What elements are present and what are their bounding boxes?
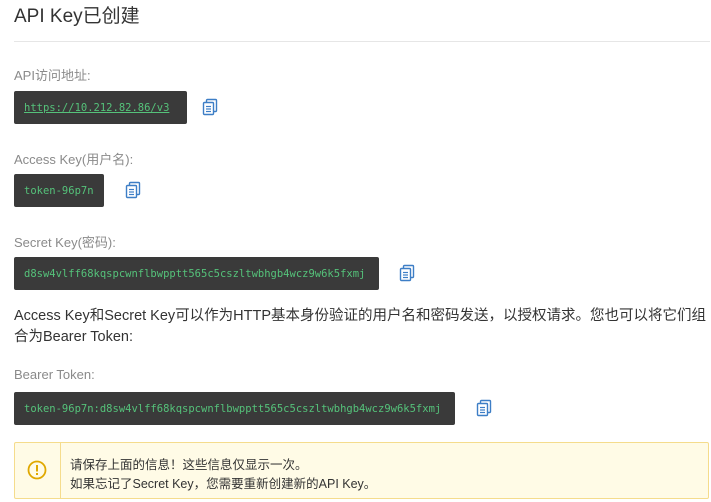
copy-access-key-button[interactable] (125, 181, 141, 199)
api-url-label: API访问地址: (14, 68, 91, 83)
api-key-created-panel: API Key已创建 API访问地址: https://10.212.82.86… (0, 0, 711, 502)
notice-line-1: 请保存上面的信息！这些信息仅显示一次。 (70, 458, 308, 472)
title-divider (14, 41, 710, 42)
copy-bearer-token-button[interactable] (476, 399, 492, 417)
page-title: API Key已创建 (14, 6, 140, 27)
notice-line-2: 如果忘记了Secret Key，您需要重新创建新的API Key。 (70, 477, 377, 491)
copy-icon (125, 181, 141, 199)
notice-divider (60, 443, 61, 498)
secret-key-value: d8sw4vlff68kqspcwnflbwpptt565c5cszltwbhg… (24, 267, 366, 280)
copy-secret-key-button[interactable] (399, 264, 415, 282)
bearer-token-value: token-96p7n:d8sw4vlff68kqspcwnflbwpptt56… (24, 402, 442, 415)
warning-notice: 请保存上面的信息！这些信息仅显示一次。 如果忘记了Secret Key，您需要重… (14, 442, 709, 499)
copy-icon (399, 264, 415, 282)
api-url-value[interactable]: https://10.212.82.86/v3 (24, 102, 169, 114)
bearer-token-value-box: token-96p7n:d8sw4vlff68kqspcwnflbwpptt56… (14, 392, 455, 425)
copy-icon (202, 98, 218, 116)
access-key-value-box: token-96p7n (14, 174, 104, 207)
bearer-description: Access Key和Secret Key可以作为HTTP基本身份验证的用户名和… (14, 308, 707, 345)
secret-key-value-box: d8sw4vlff68kqspcwnflbwpptt565c5cszltwbhg… (14, 257, 379, 290)
bearer-token-label: Bearer Token: (14, 367, 95, 382)
secret-key-label: Secret Key(密码): (14, 235, 116, 250)
api-url-value-box[interactable]: https://10.212.82.86/v3 (14, 91, 187, 124)
copy-icon (476, 399, 492, 417)
access-key-value: token-96p7n (24, 184, 94, 197)
info-circle-icon (27, 460, 47, 480)
copy-api-url-button[interactable] (202, 98, 218, 116)
access-key-label: Access Key(用户名): (14, 152, 134, 167)
